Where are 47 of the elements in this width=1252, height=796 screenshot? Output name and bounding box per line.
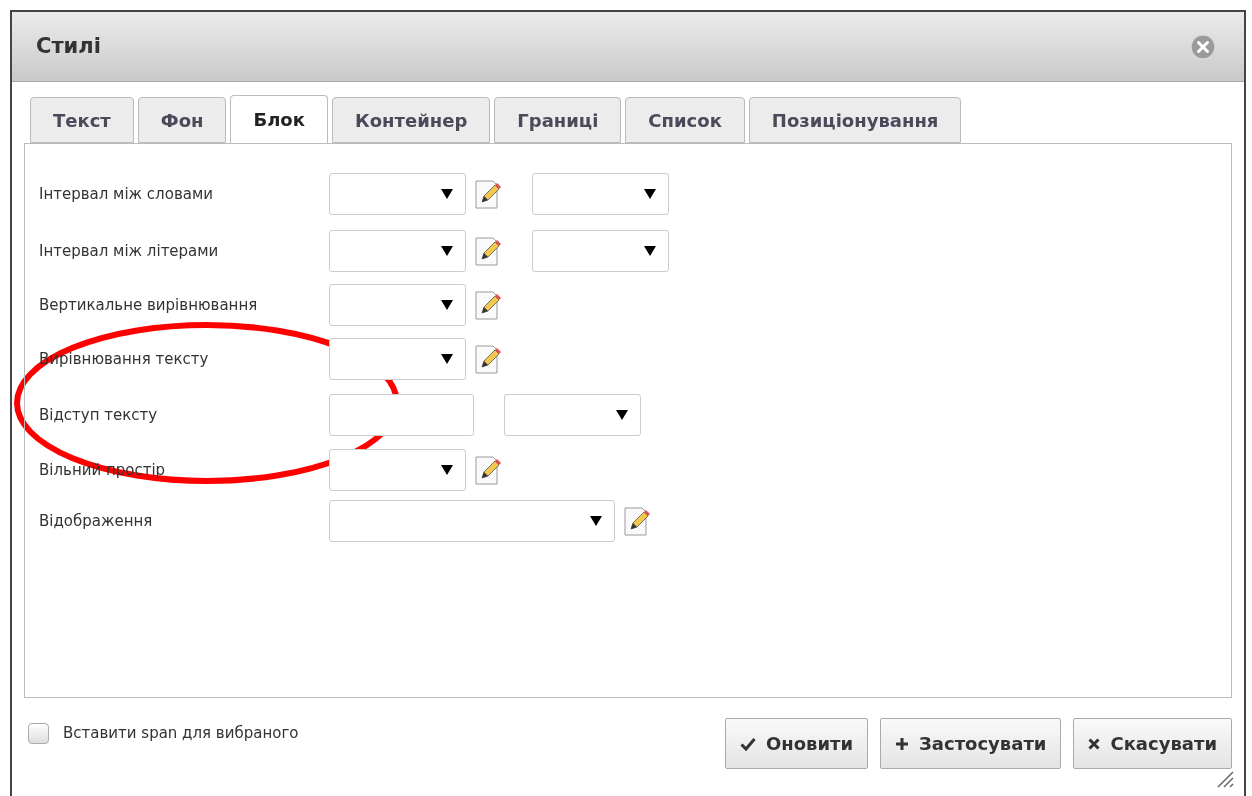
close-icon[interactable] — [1190, 33, 1216, 60]
close-icon — [1088, 737, 1101, 750]
dropdown[interactable] — [329, 500, 615, 542]
dropdown[interactable] — [329, 230, 466, 272]
edit-icon[interactable] — [474, 177, 502, 210]
checkbox[interactable] — [28, 722, 49, 744]
caret-icon — [441, 353, 453, 364]
tab[interactable]: Границі — [494, 97, 622, 143]
edit-icon[interactable] — [474, 453, 502, 486]
caret-icon — [644, 188, 656, 199]
tab[interactable]: Блок — [230, 95, 328, 144]
caret-icon — [441, 464, 453, 475]
dropdown[interactable] — [329, 337, 466, 380]
tab[interactable]: Позиціонування — [748, 97, 962, 143]
caret-icon — [441, 300, 453, 310]
dropdown[interactable] — [504, 393, 641, 436]
field-label: Відображення — [39, 512, 153, 530]
edit-icon[interactable] — [474, 289, 502, 321]
edit-icon[interactable] — [474, 235, 502, 267]
tab[interactable]: Фон — [137, 97, 227, 143]
input-field[interactable] — [329, 393, 474, 436]
action-button[interactable]: Застосувати — [880, 718, 1062, 769]
edit-icon[interactable] — [474, 342, 502, 375]
caret-icon — [616, 409, 628, 420]
field-label: Інтервал між словами — [39, 184, 213, 203]
action-button[interactable]: Оновити — [724, 718, 869, 769]
dropdown[interactable] — [329, 172, 466, 215]
tab[interactable]: Контейнер — [331, 97, 491, 143]
dropdown[interactable] — [329, 448, 466, 491]
dropdown[interactable] — [329, 284, 466, 326]
field-label: Відступ тексту — [39, 405, 158, 424]
caret-icon — [441, 188, 453, 199]
caret-icon — [441, 246, 453, 256]
tab[interactable]: Текст — [30, 97, 134, 143]
edit-icon[interactable] — [623, 505, 651, 537]
caret-icon — [644, 246, 656, 256]
caret-icon — [590, 516, 602, 526]
plus-icon — [895, 736, 910, 751]
window-title: Стилі — [36, 32, 101, 60]
check-icon — [739, 736, 756, 751]
action-button[interactable]: Скасувати — [1073, 718, 1232, 769]
dropdown[interactable] — [532, 230, 669, 272]
field-label: Інтервал між літерами — [39, 242, 219, 260]
field-label: Вертикальне вирівнювання — [39, 296, 258, 314]
tab[interactable]: Список — [625, 97, 745, 143]
dropdown[interactable] — [532, 172, 669, 215]
checkbox-label: Вставити span для вибраного — [63, 723, 299, 744]
